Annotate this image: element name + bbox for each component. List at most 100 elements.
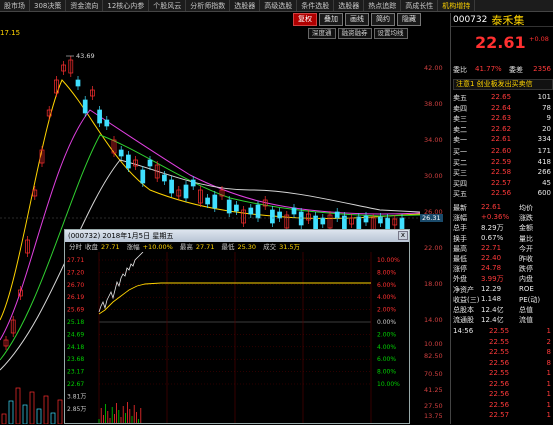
buy-label: 买五 [453,190,467,198]
axis-label: 18.00 [424,280,443,288]
buy-price: 22.60 [491,147,512,155]
popup-left-axis-label: 2.85万 [67,406,86,413]
toolbar2-button[interactable]: 融资融券 [337,28,372,39]
axis-label: 82.50 [424,352,443,360]
candle [248,207,254,215]
volume-bar [1,413,7,424]
nav-item[interactable]: 热点追踪 [364,0,402,11]
candle [118,149,124,157]
volume-bar [22,404,28,424]
candle [205,197,210,205]
tick-time: 14:56 [453,327,474,335]
popup-left-axis-label: 26.70 [67,282,84,289]
volume-bar [36,408,42,424]
nav-item[interactable]: 高成长性 [401,0,439,11]
stat-value: 12.4亿 [481,306,504,314]
stat-label: 涨停 [453,265,467,274]
quote-panel: 000732 泰禾集 22.61 +0.08 注意1 创业板发出买卖信 委比 41… [450,13,553,424]
stat-label: 外盘 [453,275,467,284]
buy-volume: 418 [537,157,551,166]
quote-row: 卖二 22.62 20 [453,125,553,135]
toolbar2-button[interactable]: 设置均线 [373,28,408,39]
tick-price: 22.56 [489,379,510,388]
nav-item[interactable]: 选股器 [334,0,365,11]
popup-right-axis-label: 10.00% [377,381,400,388]
stock-code: 000732 [453,14,488,25]
alert-banner[interactable]: 注意1 创业板发出买卖信 [453,79,553,90]
nav-item[interactable]: 股市场 [0,0,30,11]
stat-label: 收益(三) [453,295,480,304]
sell-price: 22.63 [491,114,512,122]
stat-label-2: 量比 [519,234,533,243]
popup-info-value: +10.00% [142,243,173,251]
popup-right-axis-label: 6.00% [377,282,396,289]
nav-item[interactable]: 分析师指数 [186,0,231,11]
toolbar-button[interactable]: 隐藏 [397,13,421,26]
tick-price: 22.55 [489,327,510,335]
sell-price: 22.64 [491,103,512,112]
candle [97,109,102,124]
close-button[interactable]: x [398,231,408,240]
popup-left-axis-label: 24.18 [67,344,84,351]
candle [212,194,218,209]
popup-left-axis-label: 25.69 [67,307,84,314]
toolbar2-button[interactable]: 深度通 [308,28,336,39]
quote-row: 总手 8.29万 金额 [453,223,553,233]
quote-row: 22.56 1 [453,390,553,400]
buy-price: 22.56 [491,189,512,197]
popup-right-axis-label: 8.00% [377,369,396,376]
stat-label: 最新 [453,204,467,212]
stat-label-2: 总值 [519,306,533,314]
buy-label: 买四 [453,179,467,188]
tick-volume: 1 [546,411,551,419]
quote-row: 涨停 24.78 跌停 [453,264,553,274]
tick-price: 22.56 [489,400,510,409]
stat-label-2: 内盘 [519,275,533,284]
sell-volume: 334 [537,135,551,143]
popup-left-axis-label: 26.19 [67,294,84,301]
buy-volume: 600 [537,189,551,197]
chart-toolbar-secondary: 深度通 融资融券 设置均线 [308,28,410,39]
quote-row: 净资产 12.29 ROE [453,285,553,295]
quote-row: 收益(三) 1.148 PE(动) [453,295,553,305]
quote-row: 买五 22.56 600 [453,189,553,199]
toolbar-button[interactable]: 简约 [371,13,395,26]
stat-label: 换手 [453,234,467,243]
candle [183,184,189,199]
toolbar-button[interactable]: 复权 [293,13,317,26]
stat-value: 1.148 [481,294,502,303]
candle [255,204,261,219]
popup-left-axis-label: 27.71 [67,257,84,264]
tick-price: 22.55 [489,369,510,377]
nav-item[interactable]: 机构增持 [438,0,476,11]
toolbar-button[interactable]: 画线 [345,13,369,26]
current-price-box: 26.31 [420,214,443,222]
change-percent: +0.08 [529,35,549,43]
tick-price: 22.56 [489,390,510,398]
candle [162,174,167,182]
popup-info-value: 27.71 [101,243,120,251]
axis-label: 14.00 [424,316,443,324]
stat-label: 最高 [453,244,467,253]
popup-info-value: 27.71 [195,243,215,251]
stat-label: 流通股 [453,316,474,325]
popup-info-label: 最高 [179,243,193,251]
quote-row: 流通股 12.4亿 流值 [453,315,553,325]
nav-item[interactable]: 资金流向 [66,0,104,11]
tick-volume: 1 [546,379,551,388]
tick-volume: 1 [546,400,551,409]
nav-item[interactable]: 条件选股 [297,0,335,11]
nav-item[interactable]: 308决策 [30,0,67,11]
popup-info-label: 最低 [221,243,235,251]
nav-item[interactable]: 12核心内参 [103,0,150,11]
sell-price: 22.61 [491,135,512,143]
nav-item[interactable]: 个股风云 [149,0,187,11]
toolbar-button[interactable]: 叠加 [319,13,343,26]
popup-title-bar[interactable]: (000732) 2018年1月5日 星期五 x [65,230,409,242]
popup-left-axis-label: 22.67 [67,381,84,388]
nav-item[interactable]: 选股器 [230,0,261,11]
nav-item[interactable]: 高级选股 [260,0,298,11]
quote-row: 22.56 1 [453,380,553,390]
candle [82,99,88,114]
intraday-chart[interactable]: 27.71 27.20 26.70 26.19 25.69 25.18 24.69 24.18… [65,251,409,423]
